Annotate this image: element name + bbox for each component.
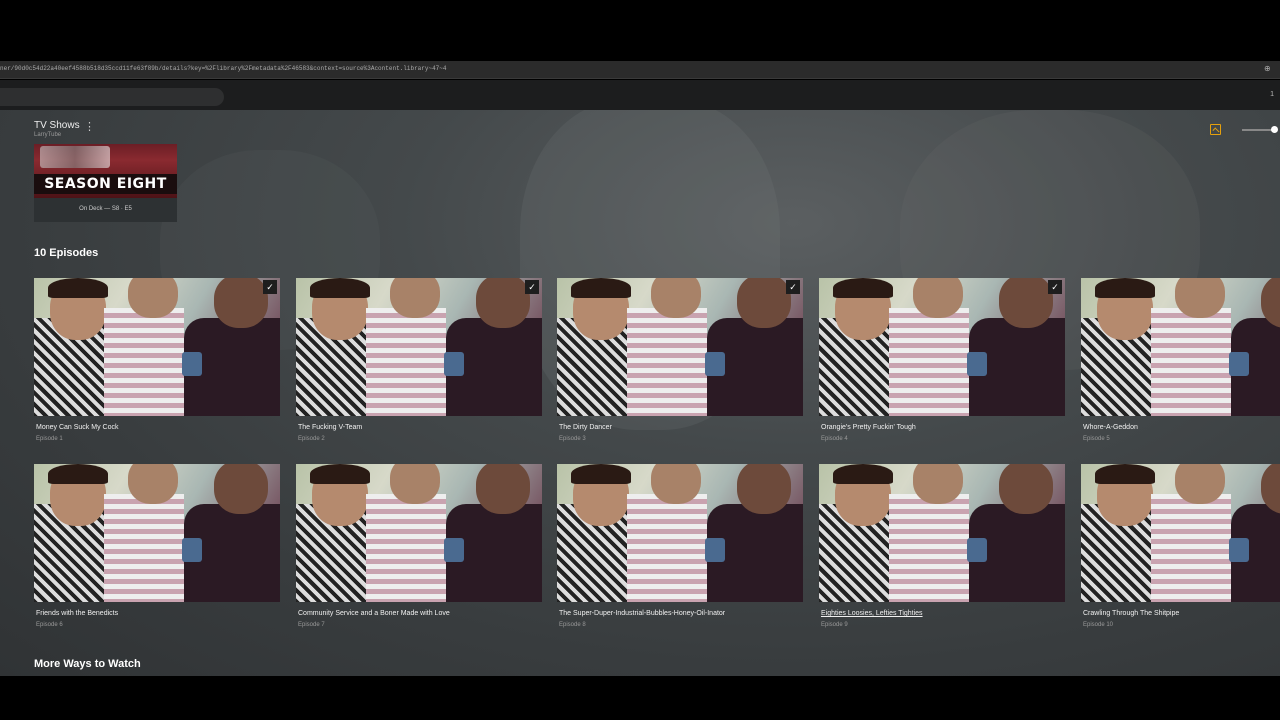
address-bar[interactable]: ner/90d0c54d22a40eef4588b518d35ccd11fe63… bbox=[0, 61, 1280, 79]
season-card[interactable]: SEASON EIGHT On Deck — S8 · E5 bbox=[34, 144, 177, 222]
episode-number: Episode 4 bbox=[821, 436, 848, 442]
episode-thumbnail[interactable]: ✓ bbox=[557, 278, 803, 416]
episode-thumbnail[interactable]: ✓ bbox=[296, 278, 542, 416]
poster-text: SEASON EIGHT bbox=[44, 176, 167, 192]
episode-thumbnail[interactable] bbox=[819, 464, 1065, 602]
episode-title[interactable]: Whore-A-Geddon bbox=[1083, 424, 1280, 431]
url-text[interactable]: ner/90d0c54d22a40eef4588b518d35ccd11fe63… bbox=[0, 65, 446, 72]
on-deck-caption: On Deck — S8 · E5 bbox=[79, 206, 132, 212]
library-subtitle: LarryTube bbox=[34, 132, 62, 138]
breadcrumb: TV Shows LarryTube bbox=[34, 120, 80, 138]
letterbox-top bbox=[0, 0, 1280, 61]
more-ways-heading: More Ways to Watch bbox=[34, 658, 141, 670]
episode-card[interactable]: ✓ The Dirty Dancer Episode 3 bbox=[557, 278, 803, 442]
episode-thumbnail[interactable] bbox=[34, 464, 280, 602]
episode-thumbnail[interactable]: ✓ bbox=[819, 278, 1065, 416]
episode-thumbnail[interactable] bbox=[1081, 278, 1280, 416]
episode-number: Episode 9 bbox=[821, 622, 848, 628]
episode-number: Episode 5 bbox=[1083, 436, 1110, 442]
zoom-icon[interactable]: ⊕ bbox=[1264, 64, 1274, 74]
letterbox-bottom bbox=[0, 676, 1280, 720]
checkmark-icon: ✓ bbox=[525, 280, 539, 294]
library-title[interactable]: TV Shows bbox=[34, 120, 80, 131]
more-vertical-icon[interactable]: ⋮ bbox=[84, 122, 95, 136]
episode-number: Episode 3 bbox=[559, 436, 586, 442]
main-content: TV Shows LarryTube ⋮ SEASON EIGHT On Dec… bbox=[0, 110, 1280, 676]
app-toolbar: 1 bbox=[0, 80, 1280, 110]
episode-title[interactable]: Orangie's Pretty Fuckin' Tough bbox=[821, 424, 1065, 431]
episode-title[interactable]: The Dirty Dancer bbox=[559, 424, 803, 431]
episode-card[interactable]: ✓ Money Can Suck My Cock Episode 1 bbox=[34, 278, 280, 442]
checkmark-icon: ✓ bbox=[1048, 280, 1062, 294]
episode-card[interactable]: Community Service and a Boner Made with … bbox=[296, 464, 542, 628]
episodes-heading: 10 Episodes bbox=[34, 247, 99, 259]
episode-card[interactable]: The Super-Duper-Industrial-Bubbles-Honey… bbox=[557, 464, 803, 628]
episode-title[interactable]: Eighties Loosies, Lefties Tighties bbox=[821, 610, 1065, 617]
episode-title[interactable]: Crawling Through The Shitpipe bbox=[1083, 610, 1280, 617]
tab-count: 1 bbox=[1270, 91, 1274, 98]
episode-thumbnail[interactable] bbox=[557, 464, 803, 602]
episode-card[interactable]: ✓ Orangie's Pretty Fuckin' Tough Episode… bbox=[819, 278, 1065, 442]
episode-number: Episode 7 bbox=[298, 622, 325, 628]
episode-number: Episode 10 bbox=[1083, 622, 1114, 628]
episode-title[interactable]: Money Can Suck My Cock bbox=[36, 424, 280, 431]
episode-card[interactable]: ✓ The Fucking V-Team Episode 2 bbox=[296, 278, 542, 442]
search-input[interactable] bbox=[0, 88, 224, 106]
checkmark-icon: ✓ bbox=[786, 280, 800, 294]
episode-number: Episode 6 bbox=[36, 622, 63, 628]
image-view-icon[interactable] bbox=[1210, 124, 1221, 135]
episode-title[interactable]: The Super-Duper-Industrial-Bubbles-Honey… bbox=[559, 610, 803, 617]
episode-title[interactable]: The Fucking V-Team bbox=[298, 424, 542, 431]
episode-thumbnail[interactable]: ✓ bbox=[34, 278, 280, 416]
episode-card[interactable]: Whore-A-Geddon Episode 5 bbox=[1081, 278, 1280, 442]
poster-car bbox=[40, 146, 110, 168]
episode-card[interactable]: Friends with the Benedicts Episode 6 bbox=[34, 464, 280, 628]
episode-number: Episode 2 bbox=[298, 436, 325, 442]
season-poster[interactable]: SEASON EIGHT bbox=[34, 144, 177, 198]
checkmark-icon: ✓ bbox=[263, 280, 277, 294]
size-slider-handle[interactable] bbox=[1271, 126, 1278, 133]
episode-thumbnail[interactable] bbox=[1081, 464, 1280, 602]
episode-card[interactable]: Eighties Loosies, Lefties Tighties Episo… bbox=[819, 464, 1065, 628]
episode-card[interactable]: Crawling Through The Shitpipe Episode 10 bbox=[1081, 464, 1280, 628]
episode-title[interactable]: Community Service and a Boner Made with … bbox=[298, 610, 542, 617]
episode-number: Episode 8 bbox=[559, 622, 586, 628]
episode-number: Episode 1 bbox=[36, 436, 63, 442]
episode-thumbnail[interactable] bbox=[296, 464, 542, 602]
episode-title[interactable]: Friends with the Benedicts bbox=[36, 610, 280, 617]
